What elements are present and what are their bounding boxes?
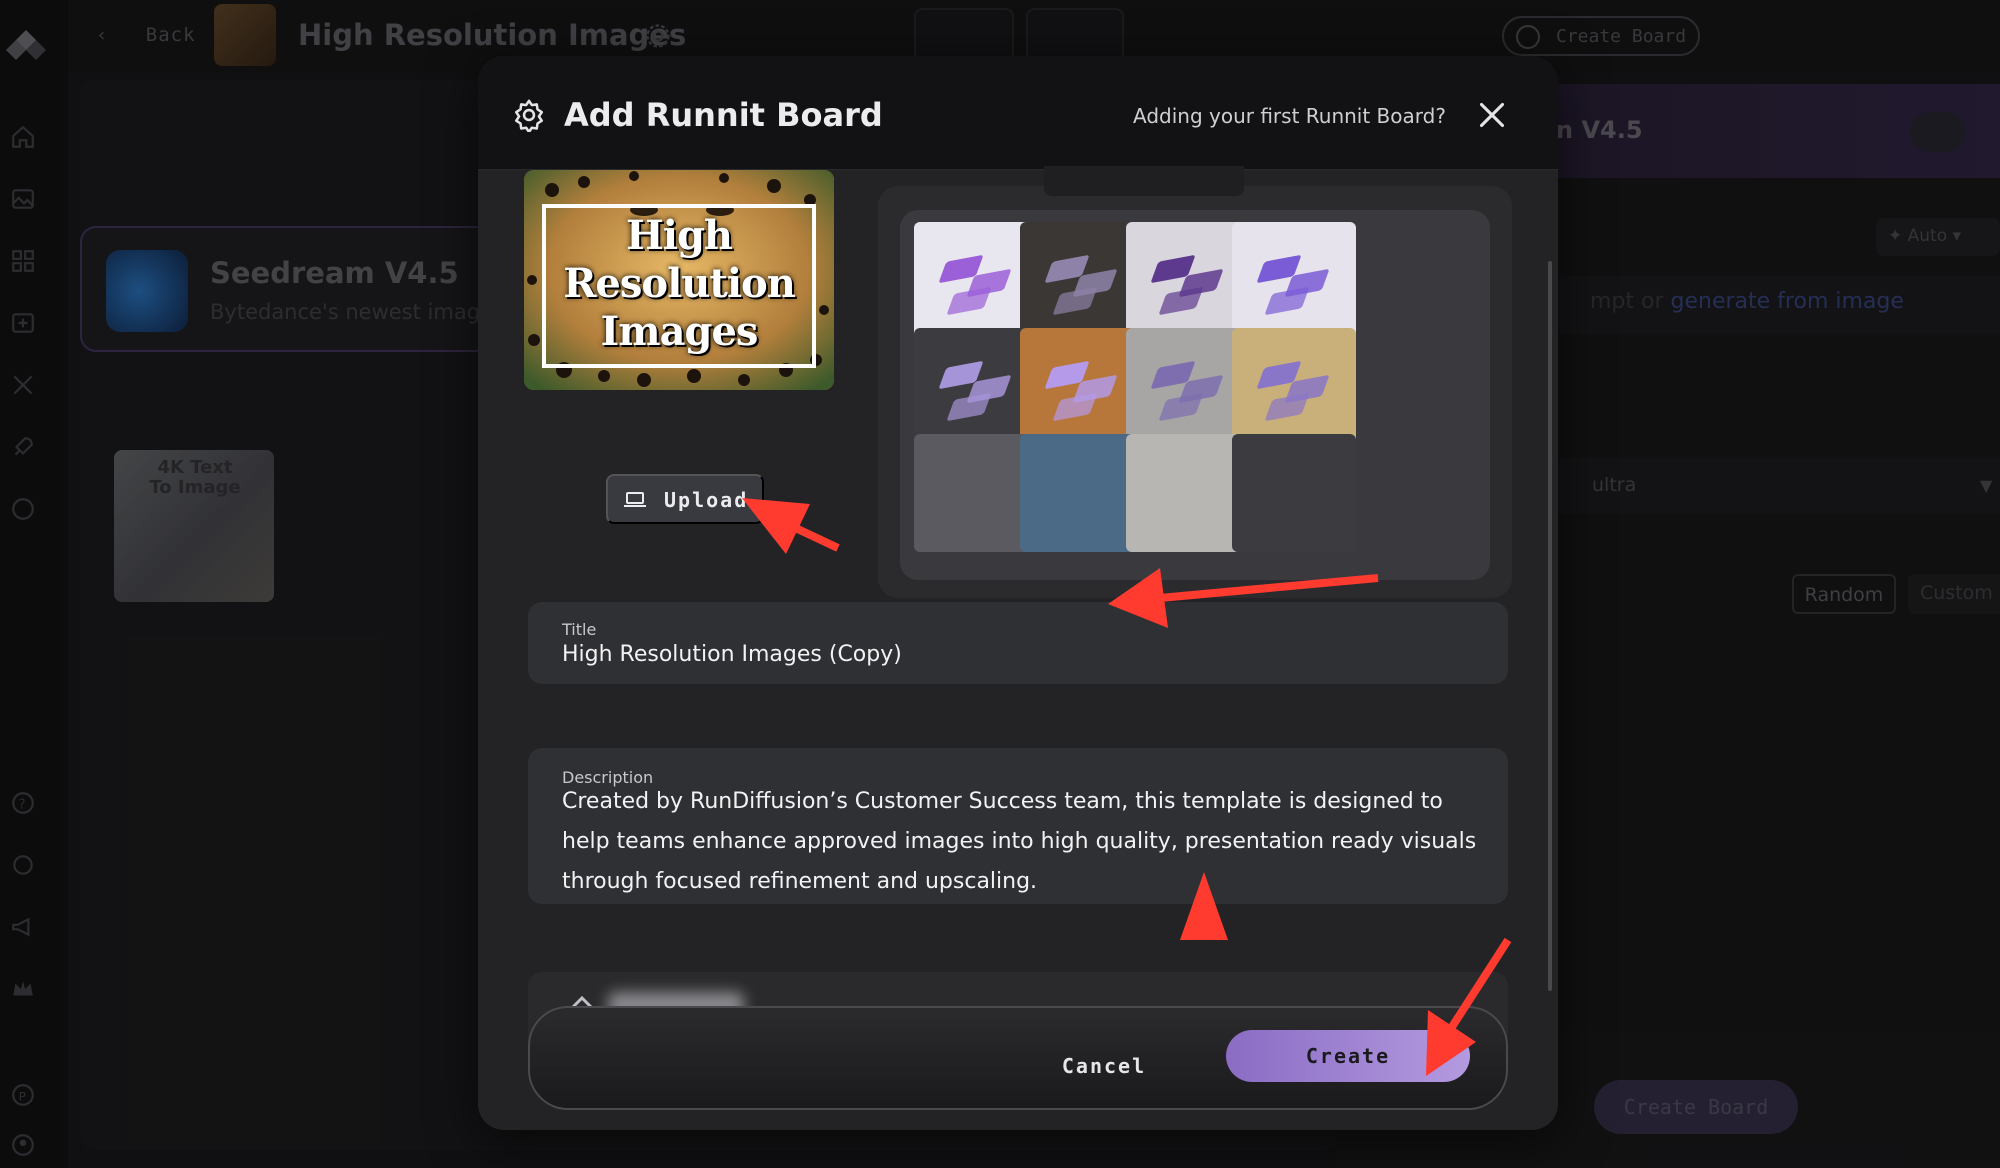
cover-text: High Resolution Images: [563, 212, 796, 355]
logo-tile-shape: [1264, 392, 1310, 422]
logo-tile-shape: [1158, 392, 1204, 422]
gear-icon: [514, 99, 544, 132]
modal-header: Add Runnit Board Adding your first Runni…: [478, 56, 1558, 170]
logo-tile-shape: [1264, 286, 1310, 316]
laptop-icon: [624, 492, 646, 507]
title-field[interactable]: Title High Resolution Images (Copy): [528, 602, 1508, 684]
logo-tile-shape: [946, 392, 992, 422]
modal-scrollbar[interactable]: [1548, 261, 1552, 991]
logo-tile-shape: [946, 286, 992, 316]
cover-gallery[interactable]: [900, 210, 1490, 580]
description-field[interactable]: Description Created by RunDiffusion’s Cu…: [528, 748, 1508, 904]
modal-title: Add Runnit Board: [564, 96, 883, 134]
logo-tile-shape: [1052, 286, 1098, 316]
create-button[interactable]: Create: [1226, 1030, 1470, 1082]
cancel-button[interactable]: Cancel: [1054, 1046, 1154, 1086]
board-cover-image: High Resolution Images: [524, 170, 834, 390]
first-board-help-link[interactable]: Adding your first Runnit Board?: [1133, 104, 1446, 128]
gallery-thumbnail-partial[interactable]: [1232, 434, 1356, 552]
add-runnit-board-modal: Add Runnit Board Adding your first Runni…: [478, 56, 1558, 1130]
logo-tile-shape: [1052, 392, 1098, 422]
title-field-value[interactable]: High Resolution Images (Copy): [562, 642, 902, 667]
gallery-tab[interactable]: [1044, 166, 1244, 196]
upload-label: Upload: [664, 488, 749, 512]
title-field-label: Title: [562, 620, 597, 639]
description-field-value[interactable]: Created by RunDiffusion’s Customer Succe…: [562, 782, 1482, 902]
close-icon[interactable]: [1478, 101, 1506, 129]
gallery-thumbnail-blueprint-logo[interactable]: [1232, 222, 1356, 340]
logo-tile-shape: [1158, 286, 1204, 316]
upload-button[interactable]: Upload: [606, 474, 764, 524]
gallery-thumbnail-vintage-map-logo[interactable]: [1232, 328, 1356, 446]
